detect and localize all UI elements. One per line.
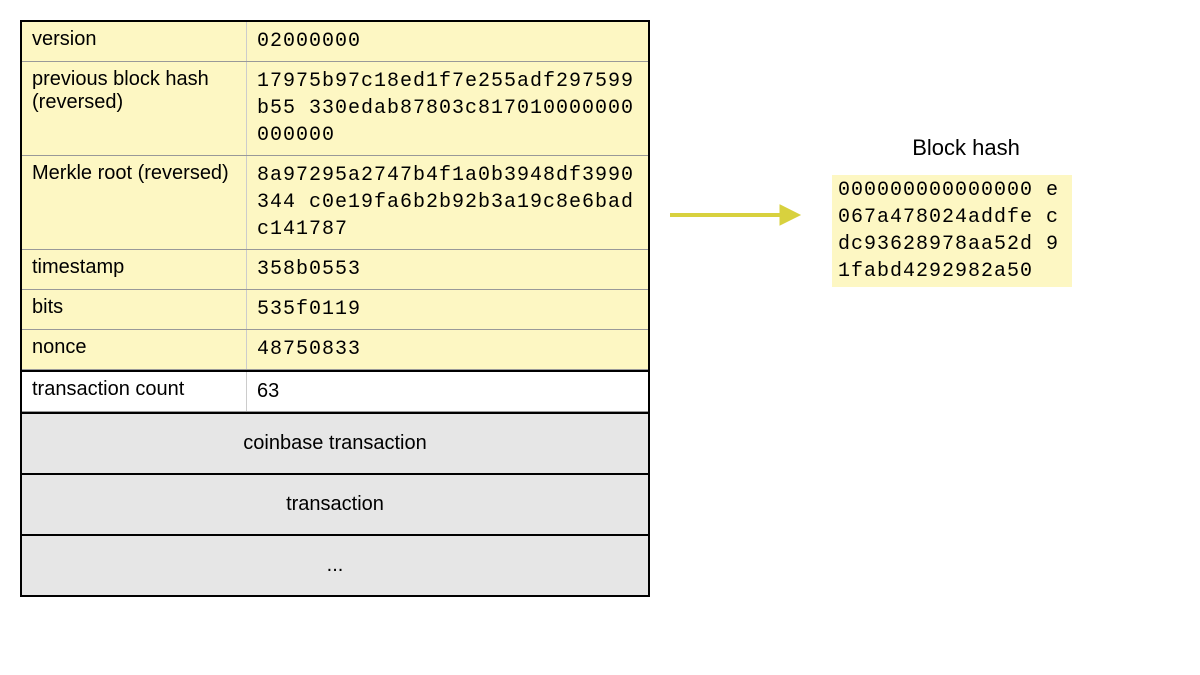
block-hash-value: 000000000000000 e067a478024addfe cdc9362… (832, 175, 1072, 287)
label-version: version (22, 22, 247, 61)
row-coinbase-tx: coinbase transaction (22, 412, 648, 473)
value-merkle-root: 8a97295a2747b4f1a0b3948df3990344 c0e19fa… (247, 156, 648, 249)
value-bits: 535f0119 (247, 290, 648, 329)
row-version: version 02000000 (22, 22, 648, 62)
row-bits: bits 535f0119 (22, 290, 648, 330)
value-timestamp: 358b0553 (247, 250, 648, 289)
row-merkle-root: Merkle root (reversed) 8a97295a2747b4f1a… (22, 156, 648, 250)
label-nonce: nonce (22, 330, 247, 369)
row-nonce: nonce 48750833 (22, 330, 648, 370)
label-tx-count: transaction count (22, 372, 247, 411)
value-nonce: 48750833 (247, 330, 648, 369)
arrow-column (650, 195, 820, 235)
block-hash-title: Block hash (820, 135, 1100, 161)
row-tx-count: transaction count 63 (22, 370, 648, 412)
row-tx: transaction (22, 473, 648, 534)
row-prev-hash: previous block hash (reversed) 17975b97c… (22, 62, 648, 156)
arrow-right-icon (660, 195, 810, 235)
row-timestamp: timestamp 358b0553 (22, 250, 648, 290)
value-tx-count: 63 (247, 372, 648, 411)
value-version: 02000000 (247, 22, 648, 61)
row-more: ... (22, 534, 648, 595)
label-prev-hash: previous block hash (reversed) (22, 62, 247, 155)
label-bits: bits (22, 290, 247, 329)
block-hash-panel: Block hash 000000000000000 e067a478024ad… (820, 135, 1100, 287)
block-structure-table: version 02000000 previous block hash (re… (20, 20, 650, 597)
value-prev-hash: 17975b97c18ed1f7e255adf297599b55 330edab… (247, 62, 648, 155)
label-timestamp: timestamp (22, 250, 247, 289)
label-merkle-root: Merkle root (reversed) (22, 156, 247, 249)
